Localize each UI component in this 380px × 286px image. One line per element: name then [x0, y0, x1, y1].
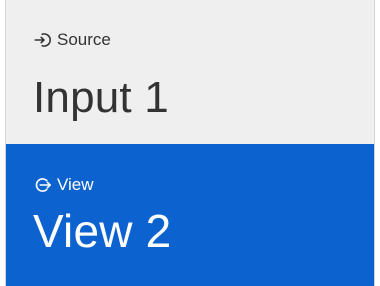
view-label-row: View — [34, 175, 94, 195]
view-tile[interactable]: View View 2 — [6, 144, 374, 286]
routing-panel: Source Input 1 View View 2 — [5, 0, 375, 286]
login-arrow-icon — [34, 31, 52, 49]
logout-arrow-icon — [34, 176, 52, 194]
source-tile[interactable]: Source Input 1 — [6, 0, 374, 144]
source-label: Source — [57, 30, 111, 49]
view-label: View — [57, 175, 94, 194]
source-value: Input 1 — [33, 73, 169, 122]
source-label-row: Source — [34, 30, 111, 50]
view-value: View 2 — [33, 205, 172, 257]
